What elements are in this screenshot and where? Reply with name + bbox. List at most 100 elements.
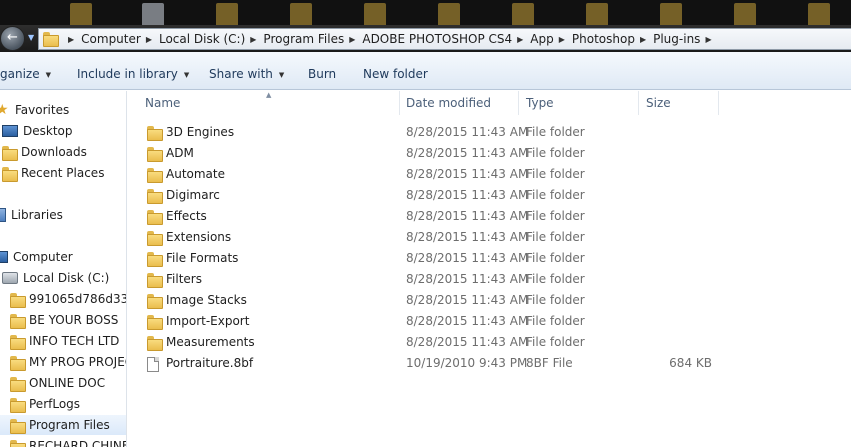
chevron-down-icon: ▼	[45, 71, 51, 79]
breadcrumb-item[interactable]: Local Disk (C:)	[159, 32, 245, 46]
file-row[interactable]: Import-Export 8/28/2015 11:43 AM File fold…	[128, 311, 851, 332]
file-date: 8/28/2015 11:43 AM	[406, 188, 529, 202]
file-row[interactable]: Extensions 8/28/2015 11:43 AM File folder	[128, 227, 851, 248]
file-date: 8/28/2015 11:43 AM	[406, 293, 529, 307]
file-row[interactable]: 3D Engines 8/28/2015 11:43 AM File folder	[128, 122, 851, 143]
taskbar-document-icon[interactable]	[142, 3, 164, 25]
folder-icon	[10, 292, 26, 308]
title-bar	[0, 0, 851, 25]
folder-icon	[10, 334, 26, 350]
breadcrumb-item[interactable]: App	[530, 32, 553, 46]
history-dropdown-icon[interactable]: ▼	[28, 33, 36, 43]
file-name: File Formats	[166, 251, 239, 265]
column-header-size[interactable]: Size	[629, 91, 719, 115]
breadcrumb-item[interactable]: Program Files	[263, 32, 344, 46]
address-bar[interactable]: ▶ Computer ▶ Local Disk (C:) ▶ Program Files ▶…	[38, 28, 851, 50]
new-folder-button[interactable]: New folder	[363, 67, 428, 81]
nav-local-disk[interactable]: Local Disk (C:)	[2, 268, 109, 288]
include-in-library-label: Include in library	[77, 67, 178, 81]
breadcrumb-separator-icon[interactable]: ▶	[146, 35, 152, 44]
file-row[interactable]: Filters 8/28/2015 11:43 AM File folder	[128, 269, 851, 290]
taskbar-folder-icon[interactable]	[586, 3, 608, 25]
file-date: 8/28/2015 11:43 AM	[406, 272, 529, 286]
navigation-pane[interactable]: ★ Favorites Desktop Downloads Recent Plac…	[0, 91, 127, 447]
nav-folder[interactable]: 991065d786d331c9	[10, 289, 126, 309]
burn-button[interactable]: Burn	[308, 67, 336, 81]
nav-libraries-label: Libraries	[11, 208, 63, 222]
folder-icon	[147, 336, 163, 351]
nav-folder-selected[interactable]: Program Files	[0, 415, 126, 435]
breadcrumb-item[interactable]: Plug-ins	[653, 32, 700, 46]
file-type: File folder	[526, 146, 585, 160]
folder-icon	[147, 147, 163, 162]
nav-desktop[interactable]: Desktop	[2, 121, 73, 141]
breadcrumb-item[interactable]: Computer	[81, 32, 141, 46]
back-arrow-icon[interactable]: ←	[0, 26, 25, 51]
file-type: File folder	[526, 167, 585, 181]
file-row[interactable]: Measurements 8/28/2015 11:43 AM File folde…	[128, 332, 851, 353]
breadcrumb-separator-icon[interactable]: ▶	[250, 35, 256, 44]
file-row[interactable]: Effects 8/28/2015 11:43 AM File folder	[128, 206, 851, 227]
breadcrumb-item[interactable]: Photoshop	[572, 32, 635, 46]
taskbar-folder-icon[interactable]	[70, 3, 92, 25]
taskbar-folder-icon[interactable]	[512, 3, 534, 25]
nav-folder[interactable]: MY PROG PROJECT	[10, 352, 126, 372]
folder-icon	[10, 397, 26, 413]
nav-folder[interactable]: PerfLogs	[10, 394, 80, 414]
file-name: Import-Export	[166, 314, 250, 328]
taskbar-folder-icon[interactable]	[808, 3, 830, 25]
include-in-library-button[interactable]: Include in library ▼	[77, 67, 189, 81]
file-name: 3D Engines	[166, 125, 235, 139]
file-row[interactable]: Image Stacks 8/28/2015 11:43 AM File folde…	[128, 290, 851, 311]
file-type: File folder	[526, 293, 585, 307]
nav-folder[interactable]: RECHARD CHINE	[10, 436, 126, 447]
nav-folder[interactable]: BE YOUR BOSS	[10, 310, 118, 330]
taskbar-folder-icon[interactable]	[290, 3, 312, 25]
share-with-button[interactable]: Share with ▼	[209, 67, 284, 81]
breadcrumb-separator-icon[interactable]: ▶	[640, 35, 646, 44]
downloads-folder-icon	[2, 145, 18, 161]
breadcrumb-separator-icon[interactable]: ▶	[517, 35, 523, 44]
taskbar-folder-icon[interactable]	[734, 3, 756, 25]
file-row[interactable]: File Formats 8/28/2015 11:43 AM File folde…	[128, 248, 851, 269]
breadcrumb-item[interactable]: ADOBE PHOTOSHOP CS4	[362, 32, 512, 46]
nav-folder-label: 991065d786d331c9	[29, 292, 126, 306]
folder-icon	[147, 294, 163, 309]
file-row[interactable]: ADM 8/28/2015 11:43 AM File folder	[128, 143, 851, 164]
file-list[interactable]: Name ▲ Date modified Type Size 3D Engine…	[128, 91, 851, 447]
breadcrumb-separator-icon[interactable]: ▶	[559, 35, 565, 44]
nav-downloads[interactable]: Downloads	[2, 142, 87, 162]
folder-icon	[147, 126, 163, 141]
nav-favorites[interactable]: ★ Favorites	[0, 100, 69, 120]
breadcrumb-separator-icon[interactable]: ▶	[705, 35, 711, 44]
organize-button[interactable]: ganize ▼	[0, 67, 51, 81]
folder-icon	[147, 210, 163, 225]
file-type: File folder	[526, 272, 585, 286]
breadcrumb-separator-icon[interactable]: ▶	[349, 35, 355, 44]
chevron-down-icon: ▼	[183, 71, 190, 79]
nav-folder[interactable]: ONLINE DOC	[10, 373, 105, 393]
file-row[interactable]: Portraiture.8bf 10/19/2010 9:43 PM 8BF Fil…	[128, 353, 851, 374]
column-header-type[interactable]: Type	[509, 91, 639, 115]
column-date-label: Date modified	[406, 96, 492, 110]
taskbar-folder-icon[interactable]	[364, 3, 386, 25]
column-header-date[interactable]: Date modified	[389, 91, 519, 115]
folder-icon	[10, 355, 26, 371]
folder-icon	[43, 32, 59, 47]
breadcrumb-separator-icon[interactable]: ▶	[68, 35, 74, 44]
file-row[interactable]: Automate 8/28/2015 11:43 AM File folder	[128, 164, 851, 185]
column-header-name[interactable]: Name	[128, 91, 400, 115]
nav-folder[interactable]: INFO TECH LTD	[10, 331, 119, 351]
taskbar-folder-icon[interactable]	[438, 3, 460, 25]
file-size: 684 KB	[669, 356, 712, 370]
file-row[interactable]: Digimarc 8/28/2015 11:43 AM File folder	[128, 185, 851, 206]
taskbar-folder-icon[interactable]	[216, 3, 238, 25]
nav-recent-places[interactable]: Recent Places	[2, 163, 104, 183]
taskbar-folder-icon[interactable]	[660, 3, 682, 25]
column-header-row: Name ▲ Date modified Type Size	[128, 91, 851, 115]
file-name: Automate	[166, 167, 225, 181]
command-bar: ganize ▼ Include in library ▼ Share with ▼ …	[0, 52, 851, 90]
file-type: File folder	[526, 188, 585, 202]
nav-libraries[interactable]: Libraries	[0, 205, 63, 225]
nav-computer[interactable]: Computer	[0, 247, 73, 267]
